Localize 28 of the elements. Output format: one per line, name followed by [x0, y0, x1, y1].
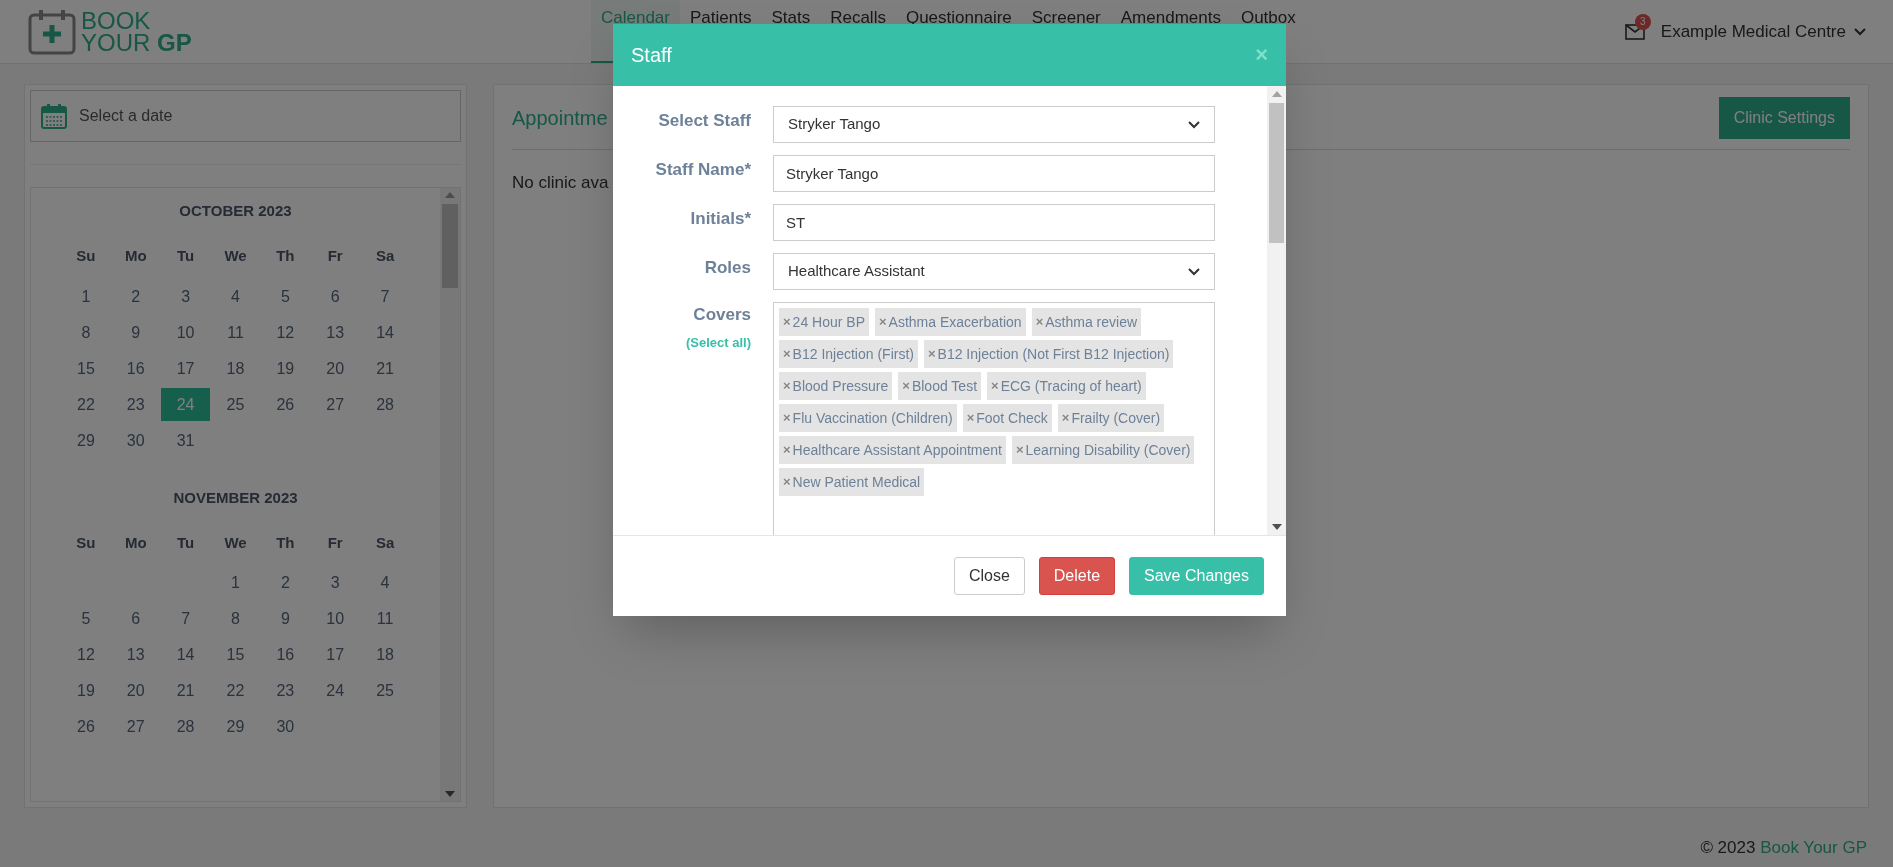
field-label: Select Staff [658, 111, 751, 130]
panel-title: Appointme [512, 106, 608, 131]
logo-text: YOUR GP [81, 31, 192, 54]
weekday-label: Tu [177, 532, 195, 553]
weekday-label: Th [276, 532, 295, 553]
month-title: NOVEMBER 2023 [173, 487, 298, 508]
weekday-label: Fr [327, 532, 343, 553]
weekday-label: Su [76, 532, 96, 553]
notification-badge: 3 [1634, 13, 1651, 30]
weekday-label: Sa [375, 246, 395, 267]
empty-message: No clinic ava [512, 172, 609, 194]
copyright-text: © 2023 Book Your GP [1700, 836, 1867, 859]
weekday-label: Mo [124, 246, 147, 267]
field-label: Initials* [690, 209, 751, 228]
logo-text: BOOK [81, 9, 151, 32]
dialog-title: Staff [631, 43, 672, 68]
weekday-label: Tu [177, 246, 195, 267]
weekday-label: Th [276, 246, 295, 267]
weekday-label: Sa [375, 532, 395, 553]
weekday-label: We [224, 246, 247, 267]
weekday-label: Mo [124, 532, 147, 553]
weekday-label: We [224, 532, 247, 553]
weekday-label: Su [76, 246, 96, 267]
field-label: Staff Name* [655, 160, 751, 179]
month-title: OCTOBER 2023 [179, 201, 292, 221]
weekday-label: Fr [327, 246, 343, 267]
field-label: Covers [693, 304, 751, 326]
field-label: Roles [704, 258, 751, 277]
